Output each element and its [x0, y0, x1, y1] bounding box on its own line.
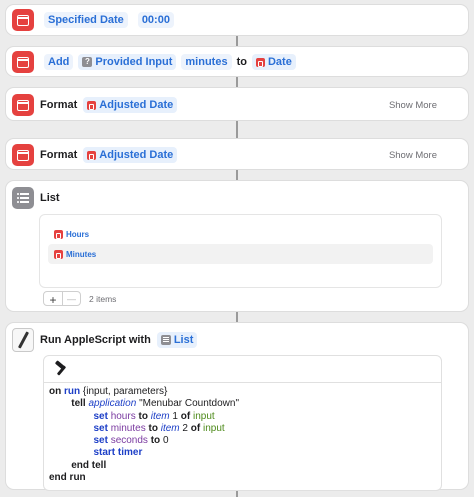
calendar-icon [87, 150, 97, 160]
adjusted-date-variable[interactable]: Adjusted Date [83, 147, 178, 163]
code-token: tell [71, 398, 86, 410]
code-token: to [148, 422, 158, 434]
code-token: set [93, 410, 108, 422]
unit-field[interactable]: minutes [181, 54, 232, 70]
code-token: {input, parameters} [80, 386, 168, 397]
action-adjust-date[interactable]: Add ? Provided Input minutes to Date [5, 46, 469, 77]
action-run-applescript[interactable]: Run AppleScript with List on run {input,… [5, 322, 469, 491]
divider [44, 382, 441, 383]
list-icon [160, 335, 171, 345]
date-value-field[interactable]: Specified Date [44, 12, 128, 28]
show-more-button[interactable]: Show More [389, 100, 437, 111]
applescript-title: Run AppleScript with [40, 334, 151, 346]
list-variable[interactable]: List [156, 332, 198, 348]
flow-connector [236, 36, 238, 46]
compile-button[interactable] [50, 359, 72, 379]
action-list[interactable]: List Hours Minutes + — 2 items [5, 180, 469, 312]
remove-item-button[interactable]: — [62, 292, 80, 305]
add-item-button[interactable]: + [44, 292, 62, 306]
to-label: to [236, 56, 247, 68]
code-token: input [192, 410, 215, 422]
applescript-code[interactable]: on run {input, parameters} tell applicat… [49, 386, 239, 484]
code-token: run [64, 386, 81, 397]
format-label: Format [40, 99, 78, 111]
calendar-icon [12, 9, 34, 31]
show-more-button[interactable]: Show More [389, 150, 437, 161]
adjusted-date-label: Adjusted Date [99, 149, 174, 161]
list-item-label: Hours [66, 229, 90, 239]
flow-connector [236, 490, 238, 497]
code-token: input [202, 422, 225, 434]
shortcut-editor: Specified Date 00:00 Add ? Provided Inpu… [0, 0, 474, 497]
hammer-icon [54, 362, 68, 376]
script-editor-icon [12, 328, 34, 352]
code-token: hours [110, 410, 136, 422]
list-title: List [40, 192, 60, 204]
provided-input-label: Provided Input [95, 56, 173, 68]
code-token: on [49, 386, 62, 397]
code-token: of [190, 422, 201, 434]
code-token: minutes [110, 422, 146, 434]
code-token: 0 [162, 435, 169, 447]
action-specified-date[interactable]: Specified Date 00:00 [5, 4, 469, 36]
list-item[interactable]: Minutes [48, 244, 433, 264]
code-token: start timer [93, 447, 143, 459]
date-variable-label: Date [267, 56, 292, 68]
calendar-icon [12, 94, 34, 116]
list-icon [12, 187, 34, 209]
item-count: 2 items [89, 294, 117, 304]
code-token: end run [49, 472, 86, 484]
code-token: of [180, 410, 191, 422]
code-token: seconds [110, 435, 148, 447]
list-item-label: Minutes [66, 249, 97, 259]
adjusted-date-variable[interactable]: Adjusted Date [83, 97, 178, 113]
format-label: Format [40, 149, 78, 161]
code-token: 1 [172, 410, 178, 422]
flow-connector [236, 312, 238, 322]
flow-connector [236, 170, 238, 180]
calendar-icon [12, 51, 34, 73]
code-token: to [138, 410, 148, 422]
calendar-icon [54, 249, 63, 259]
code-token: 2 [182, 422, 188, 434]
operation-field[interactable]: Add [44, 54, 74, 70]
code-token: set [93, 422, 108, 434]
calendar-icon [12, 144, 34, 166]
code-token: application [88, 398, 137, 410]
provided-input-variable[interactable]: ? Provided Input [78, 54, 177, 70]
list-item[interactable]: Hours [48, 224, 433, 244]
code-token: set [93, 435, 108, 447]
code-token: "Menubar Countdown" [139, 398, 239, 410]
date-variable[interactable]: Date [251, 54, 296, 70]
calendar-icon [54, 229, 63, 239]
variable-icon: ? [82, 57, 93, 67]
list-variable-label: List [173, 334, 194, 346]
calendar-icon [87, 100, 97, 110]
adjusted-date-label: Adjusted Date [99, 99, 174, 111]
time-value-field[interactable]: 00:00 [137, 12, 174, 28]
list-items-container: Hours Minutes [39, 214, 442, 288]
flow-connector [236, 77, 238, 87]
action-format-date-1[interactable]: Format Adjusted Date Show More [5, 87, 469, 121]
code-token: end tell [71, 459, 107, 471]
code-editor[interactable]: on run {input, parameters} tell applicat… [43, 355, 442, 491]
calendar-icon [255, 57, 265, 67]
code-token: to [150, 435, 161, 447]
flow-connector [236, 121, 238, 138]
code-token: item [150, 410, 170, 422]
action-format-date-2[interactable]: Format Adjusted Date Show More [5, 138, 469, 170]
list-item-stepper: + — [43, 291, 81, 306]
code-token: item [160, 422, 180, 434]
